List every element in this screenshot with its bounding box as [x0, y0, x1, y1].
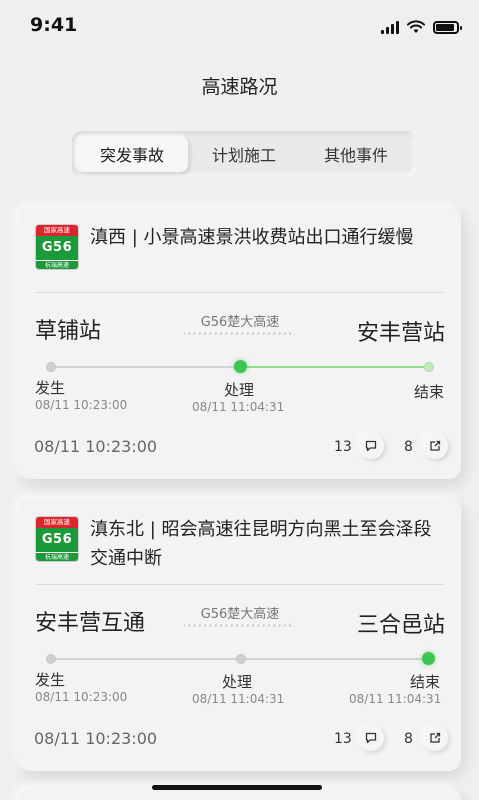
incident-time: 08/11 10:23:00: [34, 437, 158, 456]
step-dot-occur: [46, 362, 56, 372]
share-count: 8: [404, 439, 413, 455]
share-button[interactable]: [422, 433, 448, 459]
share-button[interactable]: [422, 725, 448, 751]
status-bar: 9:41: [0, 0, 479, 48]
incident-title: 滇西 | 小景高速景洪收费站出口通行缓慢: [90, 227, 414, 248]
incident-card[interactable]: 国家高速 G56 杭瑞高速 滇西 | 小景高速景洪收费站出口通行缓慢 草铺站 G…: [18, 207, 461, 479]
comment-count: 13: [334, 439, 352, 455]
comment-icon: [365, 732, 377, 744]
incident-card[interactable]: 国家高速 G56 杭瑞高速 滇东北 | 昭会高速往昆明方向黑土至会泽段交通中断 …: [18, 499, 461, 771]
home-indicator: [152, 785, 322, 790]
step-time-occur: 08/11 10:23:00: [35, 690, 128, 704]
incident-time: 08/11 10:23:00: [34, 729, 158, 748]
tab-planned-construction[interactable]: 计划施工: [188, 136, 300, 172]
wifi-icon: [407, 20, 425, 33]
step-time-handle: 08/11 11:04:31: [192, 692, 285, 706]
step-dot-occur: [46, 654, 56, 664]
incident-title: 滇东北 | 昭会高速往昆明方向黑土至会泽段交通中断: [90, 519, 432, 569]
direction-arrow-icon: [184, 330, 296, 335]
comment-button[interactable]: [358, 725, 384, 751]
step-dot-end: [424, 362, 434, 372]
to-station: 安丰营站: [356, 321, 445, 346]
step-label-occur: 发生: [35, 671, 66, 689]
highway-name: G56楚大高速: [200, 315, 280, 330]
status-time: 9:41: [30, 14, 78, 36]
highway-badge: 国家高速 G56 杭瑞高速: [35, 224, 79, 270]
badge-bottom-label: 杭瑞高速: [36, 260, 78, 269]
badge-top-label: 国家高速: [36, 517, 78, 528]
badge-code: G56: [36, 528, 78, 552]
comment-button[interactable]: [358, 433, 384, 459]
from-station: 安丰营互通: [35, 611, 146, 636]
status-icons: [381, 20, 462, 34]
highway-name: G56楚大高速: [200, 607, 280, 622]
step-label-end: 结束: [414, 383, 445, 401]
share-count: 8: [404, 731, 413, 747]
badge-bottom-label: 杭瑞高速: [36, 552, 78, 561]
from-station: 草铺站: [35, 319, 102, 344]
share-icon: [430, 732, 441, 743]
badge-code: G56: [36, 236, 78, 260]
step-dot-handle: [236, 654, 246, 664]
tab-other-events[interactable]: 其他事件: [300, 136, 412, 172]
step-label-occur: 发生: [35, 379, 66, 397]
share-icon: [430, 440, 441, 451]
comment-count: 13: [334, 731, 352, 747]
page-title: 高速路况: [201, 76, 278, 98]
divider: [35, 292, 444, 293]
direction-arrow-icon: [184, 622, 296, 627]
step-label-handle: 处理: [222, 673, 253, 691]
step-time-end: 08/11 11:04:31: [349, 692, 442, 706]
step-dot-end: [422, 652, 435, 665]
battery-icon: [433, 20, 462, 34]
step-label-end: 结束: [410, 673, 441, 691]
divider: [35, 584, 444, 585]
tab-bar: 突发事故 计划施工 其他事件: [72, 131, 416, 177]
badge-top-label: 国家高速: [36, 225, 78, 236]
tab-sudden-accident[interactable]: 突发事故: [76, 136, 188, 172]
to-station: 三合邑站: [356, 613, 445, 638]
comment-icon: [365, 440, 377, 452]
progress-track: [46, 652, 435, 665]
step-time-occur: 08/11 10:23:00: [35, 398, 128, 412]
progress-fill: [240, 366, 430, 368]
step-time-handle: 08/11 11:04:31: [192, 400, 285, 414]
step-label-handle: 处理: [224, 381, 255, 399]
step-dot-handle: [234, 360, 247, 373]
signal-icon: [381, 20, 399, 34]
highway-badge: 国家高速 G56 杭瑞高速: [35, 516, 79, 562]
progress-track: [46, 360, 434, 373]
